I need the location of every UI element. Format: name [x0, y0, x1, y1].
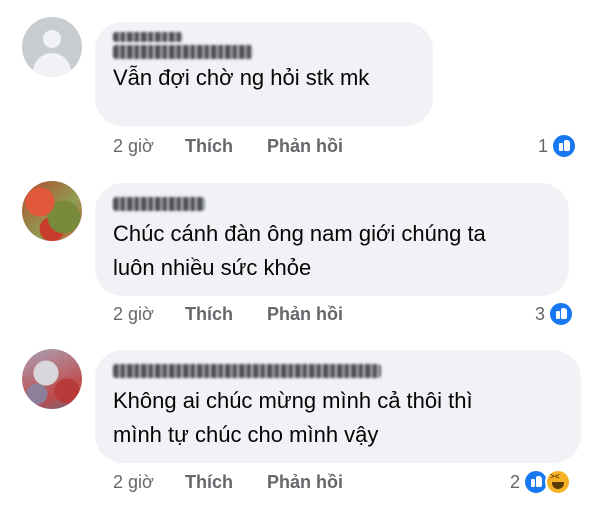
reaction-count: 2 — [510, 471, 521, 492]
comment-timestamp[interactable]: 2 giờ — [113, 304, 185, 325]
user-avatar[interactable] — [22, 349, 82, 409]
comment-text-line: Không ai chúc mừng mình cả thôi thì — [113, 388, 473, 413]
reaction-summary[interactable]: 2 — [510, 469, 572, 495]
reply-button[interactable]: Phản hồi — [267, 472, 343, 493]
comment-text-line: Chúc cánh đàn ông nam giới chúng ta — [113, 221, 486, 246]
reply-button[interactable]: Phản hồi — [267, 136, 343, 157]
comment-bubble: Chúc cánh đàn ông nam giới chúng ta luôn… — [95, 183, 569, 296]
reply-button[interactable]: Phản hồi — [267, 304, 343, 325]
comment-text-line: mình tự chúc cho mình vậy — [113, 422, 379, 447]
comment-timestamp[interactable]: 2 giờ — [113, 472, 185, 493]
comment-bubble: Vẫn đợi chờ ng hỏi stk mk — [95, 22, 433, 126]
comment-actions: 2 giờ Thích Phản hồi — [113, 136, 343, 157]
reaction-summary[interactable]: 1 — [538, 133, 578, 159]
reaction-summary[interactable]: 3 — [535, 301, 575, 327]
like-icon — [551, 133, 578, 159]
user-avatar[interactable] — [22, 181, 82, 241]
comment-actions: 2 giờ Thích Phản hồi — [113, 304, 343, 325]
comment-actions: 2 giờ Thích Phản hồi — [113, 472, 343, 493]
like-button[interactable]: Thích — [185, 304, 267, 325]
reaction-count: 1 — [538, 135, 549, 156]
like-button[interactable]: Thích — [185, 136, 267, 157]
comment-timestamp[interactable]: 2 giờ — [113, 136, 185, 157]
comment-bubble: Không ai chúc mừng mình cả thôi thì mình… — [95, 350, 581, 463]
blurred-author-name[interactable] — [113, 32, 183, 42]
comment-text-line: Vẫn đợi chờ ng hỏi stk mk — [113, 65, 370, 90]
haha-icon — [545, 469, 572, 495]
reaction-count: 3 — [535, 303, 546, 324]
comment-text-line: luôn nhiều sức khỏe — [113, 255, 312, 280]
blurred-author-name[interactable] — [113, 364, 381, 378]
like-button[interactable]: Thích — [185, 472, 267, 493]
like-icon — [548, 301, 575, 327]
default-avatar[interactable] — [22, 17, 82, 77]
blurred-author-name[interactable] — [113, 197, 205, 211]
blurred-author-subname — [113, 45, 253, 59]
